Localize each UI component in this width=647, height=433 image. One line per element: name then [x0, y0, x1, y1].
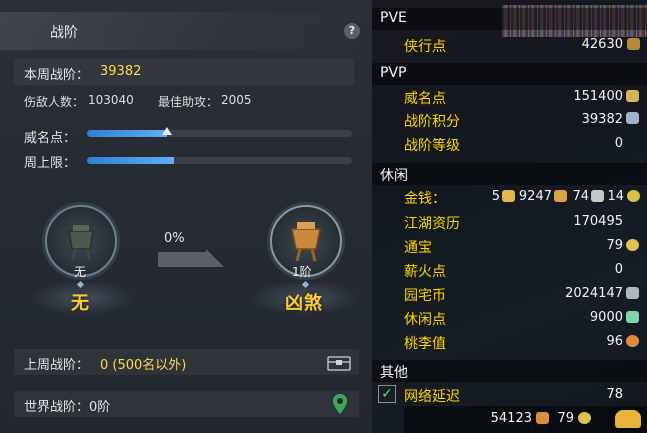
next-rank-name: 凶煞 — [285, 293, 323, 314]
bottom-value-2: 79 — [557, 411, 574, 426]
tiger-icon — [626, 90, 639, 102]
world-rank-label: 世界战阶：0阶 — [24, 400, 111, 415]
bottom-value-1: 54123 — [490, 411, 532, 426]
silver-icon — [591, 190, 604, 202]
last-week-label: 上周战阶： — [24, 358, 90, 373]
leisure-item-label: 江湖资历 — [404, 216, 460, 232]
pve-section-header: PVE — [372, 8, 647, 30]
money-copper: 14 — [607, 189, 624, 204]
coin-icon — [626, 239, 639, 251]
weekly-cap-bar-fill — [87, 157, 175, 164]
panel-title: 战阶 — [50, 25, 78, 41]
money-silver-ingots: 9247 — [518, 189, 552, 204]
pvp-section-header: PVP — [372, 63, 647, 85]
currency-panel: PVE 侠行点 42630 PVP 威名点 151400 战阶积分 39382 … — [372, 0, 647, 433]
network-latency-checkbox[interactable]: ✓ — [378, 385, 396, 403]
help-icon[interactable]: ? — [344, 23, 360, 39]
rank-panel: 战阶 ? 本周战阶： 39382 伤敌人数： 103040 最佳助攻： 2005… — [0, 0, 372, 433]
reputation-label: 威名点： — [24, 131, 77, 146]
leisure-item-value: 96 — [606, 334, 623, 349]
arrow-right-icon — [158, 249, 224, 267]
leisure-item-label: 通宝 — [404, 240, 432, 256]
pvp-header-label: PVP — [380, 65, 407, 81]
damage-count-label: 伤敌人数： — [24, 95, 85, 109]
chest-icon[interactable] — [327, 354, 351, 371]
current-rank-name: 无 — [71, 293, 90, 314]
leisure-header-label: 休闲 — [380, 168, 408, 184]
pve-item-value: 42630 — [581, 37, 623, 52]
leisure-item-label: 桃李值 — [404, 336, 446, 352]
gold-ingot-icon — [502, 190, 515, 202]
reputation-bar-fill — [87, 130, 167, 137]
leisure-item-value: 79 — [606, 238, 623, 253]
pvp-item-value: 0 — [614, 136, 623, 151]
network-latency-label: 网络延迟 — [404, 389, 460, 405]
best-assist-value: 2005 — [221, 93, 252, 107]
best-assist-label: 最佳助攻： — [158, 95, 219, 109]
leisure-item-value: 0 — [614, 262, 623, 277]
pvp-item-label: 战阶等级 — [404, 138, 460, 154]
other-header-label: 其他 — [380, 365, 408, 381]
leisure-item-label: 薪火点 — [404, 264, 446, 280]
crystal-icon — [626, 112, 639, 124]
copper-coin-icon — [627, 190, 640, 202]
reputation-bar — [87, 130, 352, 137]
leisure-item-value: 170495 — [573, 214, 623, 229]
leisure-item-value: 9000 — [589, 310, 623, 325]
current-rank-small-label: 无 — [74, 265, 87, 279]
pvp-item-value: 39382 — [581, 112, 623, 127]
weekly-rank-label: 本周战阶： — [24, 68, 90, 83]
gourd-icon — [626, 335, 639, 347]
pvp-item-label: 威名点 — [404, 91, 446, 107]
weekly-cap-bar — [87, 157, 352, 164]
sword-icon — [627, 38, 640, 50]
money-label: 金钱： — [404, 191, 446, 207]
last-week-value: 0 (500名以外) — [100, 358, 187, 373]
weekly-rank-value: 39382 — [100, 64, 142, 79]
money-gold: 5 — [491, 189, 500, 204]
silver-ingot-icon — [554, 190, 567, 202]
pve-item-label: 侠行点 — [404, 39, 446, 55]
other-section-header: 其他 — [372, 360, 647, 382]
rank-progress-percent: 0% — [164, 231, 185, 246]
damage-count-value: 103040 — [88, 93, 134, 107]
network-latency-value: 78 — [606, 387, 623, 402]
pve-header-label: PVE — [380, 10, 407, 26]
house-coin-icon — [626, 287, 639, 299]
leisure-section-header: 休闲 — [372, 163, 647, 185]
coin-icon — [578, 412, 591, 424]
money-silver: 74 — [572, 189, 589, 204]
gold-ingot-button-icon[interactable] — [615, 410, 641, 428]
leisure-item-value: 2024147 — [565, 286, 623, 301]
leisure-item-label: 休闲点 — [404, 312, 446, 328]
pvp-item-value: 151400 — [573, 89, 623, 104]
next-rank-small-label: 1阶 — [292, 265, 312, 279]
weekly-cap-label: 周上限： — [24, 156, 77, 171]
leisure-item-label: 园宅币 — [404, 288, 446, 304]
location-pin-icon[interactable] — [332, 393, 348, 415]
token-icon — [536, 412, 549, 424]
reputation-marker-icon — [161, 127, 172, 135]
pvp-item-label: 战阶积分 — [404, 114, 460, 130]
leaf-icon — [626, 311, 639, 323]
